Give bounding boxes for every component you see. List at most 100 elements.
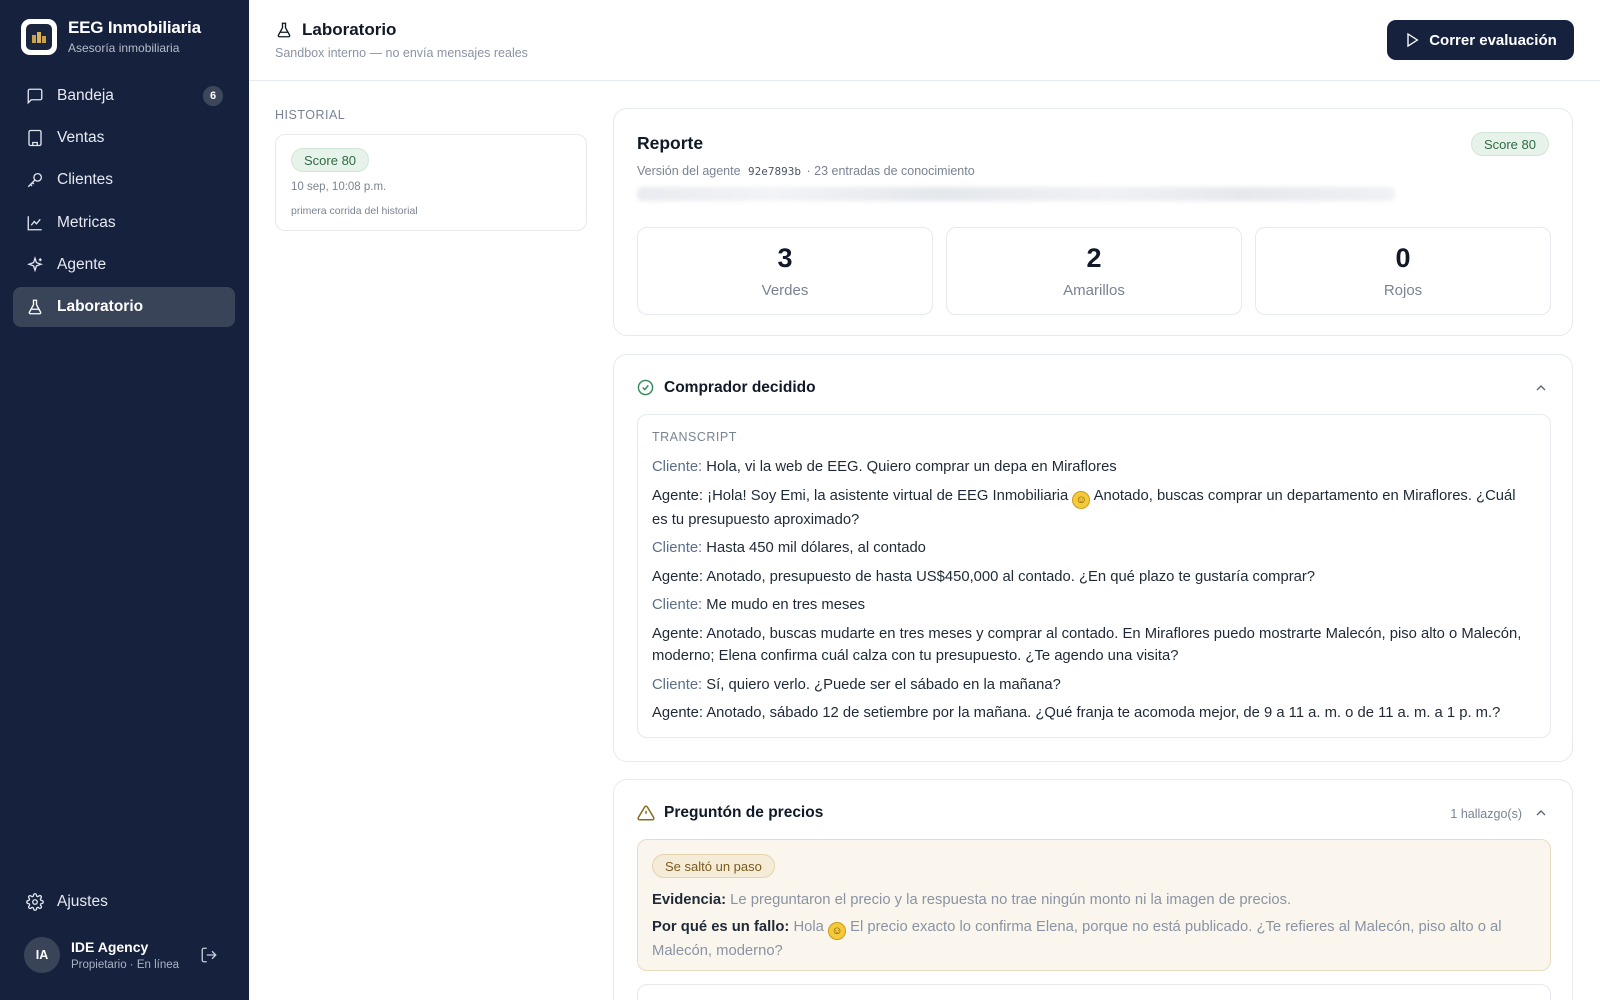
- message-text: Hasta 450 mil dólares, al contado: [706, 540, 926, 556]
- history-entry[interactable]: Score 80 10 sep, 10:08 p.m. primera corr…: [275, 134, 587, 231]
- chevron-up-icon[interactable]: [1533, 380, 1549, 396]
- message-text: Sí, quiero verlo. ¿Puede ser el sábado e…: [706, 676, 1061, 693]
- message-text: Hola, vi la web de EEG. Quiero comprar u…: [706, 459, 1117, 475]
- stat-verdes: 3 Verdes: [637, 227, 933, 315]
- scenario-card: Comprador decidido TRANSCRIPT Cliente: H…: [613, 354, 1573, 762]
- avatar: IA: [24, 937, 60, 973]
- transcript-line: Agente: Anotado, buscas mudarte en tres …: [652, 623, 1532, 668]
- unread-badge: 6: [203, 86, 223, 106]
- page-header: Laboratorio Sandbox interno — no envía m…: [249, 0, 1600, 81]
- message-text: Anotado, presupuesto de hasta US$450,000…: [706, 568, 1316, 585]
- play-icon: [1404, 32, 1420, 48]
- sidebar-item-ajustes[interactable]: Ajustes: [13, 882, 235, 922]
- transcript-lines: Cliente: Hola, vi la web de EEG. Quiero …: [652, 456, 1532, 731]
- finding-tag: Se saltó un paso: [652, 854, 775, 878]
- run-evaluation-button[interactable]: Correr evaluación: [1387, 20, 1574, 60]
- sidebar-item-label: Laboratorio: [57, 297, 144, 315]
- scenario-card: Preguntón de precios 1 hallazgo(s) Se sa…: [613, 779, 1573, 1000]
- brand: EEG Inmobiliaria Asesoría inmobiliaria: [21, 18, 201, 55]
- page-subtitle: Sandbox interno — no envía mensajes real…: [275, 46, 528, 60]
- stat-value: 3: [777, 243, 793, 273]
- brand-name: EEG Inmobiliaria: [68, 18, 201, 37]
- user-name: IDE Agency: [71, 939, 149, 955]
- finding-evidence: Evidencia: Le preguntaron el precio y la…: [652, 889, 1532, 912]
- check-circle-icon: [637, 379, 655, 397]
- sidebar-item-label: Ajustes: [57, 893, 108, 910]
- speaker-label: Agente:: [652, 487, 704, 504]
- stat-amarillos: 2 Amarillos: [946, 227, 1242, 315]
- stat-rojos: 0 Rojos: [1255, 227, 1551, 315]
- stat-label: Rojos: [1383, 282, 1423, 299]
- run-evaluation-label: Correr evaluación: [1429, 31, 1557, 49]
- next-finding-box: [637, 984, 1551, 1000]
- sidebar-item-label: Clientes: [57, 171, 113, 189]
- history-label: HISTORIAL: [275, 108, 346, 122]
- message-text: Anotado, buscas mudarte en tres meses y …: [652, 625, 1522, 665]
- sidebar-item-metricas[interactable]: Metricas: [13, 203, 235, 243]
- stat-value: 2: [1086, 243, 1102, 273]
- sidebar-item-bandeja[interactable]: Bandeja 6: [13, 76, 235, 116]
- meta-suffix: · 23 entradas de conocimiento: [806, 164, 975, 178]
- smile-emoji-icon: ☺: [828, 922, 846, 940]
- flask-icon: [25, 297, 45, 317]
- speaker-label: Agente:: [652, 568, 704, 585]
- transcript-line: Cliente: Hasta 450 mil dólares, al conta…: [652, 537, 1532, 560]
- sidebar: EEG Inmobiliaria Asesoría inmobiliaria B…: [0, 0, 249, 1000]
- speaker-label: Cliente:: [652, 540, 703, 556]
- message-square-icon: [25, 86, 45, 106]
- message-text: Anotado, sábado 12 de setiembre por la m…: [706, 705, 1501, 721]
- report-meta: Versión del agente 92e7893b · 23 entrada…: [637, 164, 975, 178]
- finding-reason: Por qué es un fallo: Hola ☺ El precio ex…: [652, 916, 1532, 963]
- smile-emoji-icon: ☺: [1072, 490, 1091, 509]
- scenario-header[interactable]: Preguntón de precios: [637, 804, 823, 822]
- building-icon: [25, 128, 45, 148]
- transcript-line: Agente: Anotado, presupuesto de hasta US…: [652, 566, 1532, 589]
- transcript-line: Cliente: Hola, vi la web de EEG. Quiero …: [652, 456, 1532, 479]
- brand-subtitle: Asesoría inmobiliaria: [68, 41, 180, 55]
- stat-value: 0: [1395, 243, 1411, 273]
- page-title: Laboratorio: [302, 20, 397, 39]
- transcript: TRANSCRIPT Cliente: Hola, vi la web de E…: [637, 414, 1551, 738]
- report-card: Reporte Score 80 Versión del agente 92e7…: [613, 108, 1573, 336]
- sidebar-item-laboratorio[interactable]: Laboratorio: [13, 286, 235, 327]
- transcript-line: Cliente: Me mudo en tres meses: [652, 594, 1532, 617]
- finding-box: Se saltó un paso Evidencia: Le preguntar…: [637, 839, 1551, 971]
- transcript-line: Cliente: Sí, quiero verlo. ¿Puede ser el…: [652, 674, 1532, 697]
- evidence-label: Evidencia:: [652, 892, 727, 908]
- blurred-summary: [637, 187, 1395, 201]
- version-code: 92e7893b: [748, 165, 802, 178]
- scenario-title: Preguntón de precios: [664, 804, 824, 821]
- brand-logo: [21, 18, 57, 55]
- user-profile: IA IDE Agency Propietario · En línea: [24, 937, 224, 973]
- speaker-label: Agente:: [652, 705, 704, 721]
- logout-icon[interactable]: [200, 946, 218, 964]
- sidebar-item-clientes[interactable]: Clientes: [13, 160, 235, 200]
- score-badge: Score 80: [1470, 132, 1549, 156]
- scenario-title: Comprador decidido: [664, 379, 816, 396]
- sidebar-item-agente[interactable]: Agente: [13, 245, 235, 285]
- key-icon: [25, 170, 45, 190]
- warning-triangle-icon: [637, 804, 655, 822]
- sidebar-item-ventas[interactable]: Ventas: [13, 118, 235, 158]
- gear-icon: [25, 892, 45, 912]
- reason-text: Hola: [793, 919, 824, 935]
- sparkles-icon: [25, 255, 45, 275]
- sidebar-nav: Bandeja 6 Ventas Clientes Metricas Agent…: [13, 76, 235, 329]
- reason-label: Por qué es un fallo:: [652, 919, 790, 935]
- scenario-header[interactable]: Comprador decidido: [637, 379, 816, 397]
- evidence-text: Le preguntaron el precio y la respuesta …: [730, 892, 1292, 908]
- flask-icon: [275, 21, 293, 39]
- speaker-label: Cliente:: [652, 676, 703, 693]
- findings-count: 1 hallazgo(s): [1450, 807, 1522, 821]
- stat-label: Amarillos: [1063, 282, 1125, 299]
- line-chart-icon: [25, 213, 45, 233]
- transcript-line: Agente: ¡Hola! Soy Emi, la asistente vir…: [652, 485, 1532, 532]
- speaker-label: Agente:: [652, 625, 704, 642]
- message-text: Me mudo en tres meses: [706, 597, 866, 613]
- message-text: ¡Hola! Soy Emi, la asistente virtual de …: [707, 487, 1069, 504]
- transcript-label: TRANSCRIPT: [652, 430, 737, 444]
- chevron-up-icon[interactable]: [1533, 805, 1549, 821]
- history-date: 10 sep, 10:08 p.m.: [291, 181, 387, 193]
- speaker-label: Cliente:: [652, 459, 703, 475]
- history-note: primera corrida del historial: [291, 205, 418, 217]
